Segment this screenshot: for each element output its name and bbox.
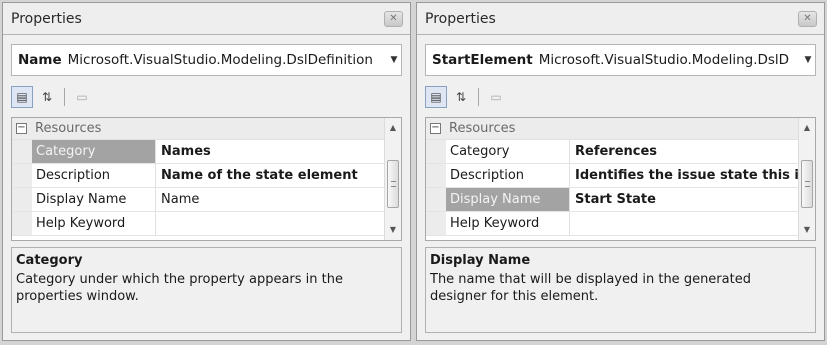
property-toolbar: ▤ ⇅ ▭ — [425, 83, 816, 111]
property-pages-icon[interactable]: ▭ — [485, 86, 507, 108]
scrollbar-thumb[interactable] — [387, 160, 399, 208]
property-pages-icon[interactable]: ▭ — [71, 86, 93, 108]
object-type: Microsoft.VisualStudio.Modeling.DslD — [538, 52, 790, 68]
panel-title-bar: Properties ✕ — [417, 3, 824, 35]
close-icon[interactable]: ✕ — [384, 11, 403, 27]
property-value[interactable]: References — [570, 140, 815, 163]
property-name: Category — [32, 140, 156, 163]
close-icon[interactable]: ✕ — [798, 11, 817, 27]
categorized-view-icon[interactable]: ▤ — [425, 86, 447, 108]
scrollbar-thumb[interactable] — [801, 160, 813, 208]
description-text: Category under which the property appear… — [16, 272, 343, 304]
properties-panel-left: Properties ✕ Name Microsoft.VisualStudio… — [2, 2, 411, 341]
property-name: Category — [446, 140, 570, 163]
category-label: Resources — [35, 121, 102, 136]
property-value[interactable]: Name of the state element — [156, 164, 401, 187]
object-type: Microsoft.VisualStudio.Modeling.DslDefin… — [67, 52, 373, 68]
property-row[interactable]: Description Name of the state element — [12, 164, 401, 188]
property-value[interactable] — [156, 212, 401, 235]
scroll-up-icon[interactable]: ▲ — [385, 120, 401, 136]
description-pane: Category Category under which the proper… — [11, 247, 402, 333]
description-text: The name that will be displayed in the g… — [430, 272, 751, 304]
chevron-down-icon[interactable]: ▼ — [387, 55, 401, 65]
object-selector-dropdown[interactable]: Name Microsoft.VisualStudio.Modeling.Dsl… — [11, 44, 402, 76]
vertical-scrollbar[interactable]: ▲ ▼ — [798, 118, 815, 240]
property-row[interactable]: Category Names — [12, 140, 401, 164]
panel-title: Properties — [11, 10, 82, 27]
property-name: Display Name — [446, 188, 570, 211]
alphabetical-sort-icon[interactable]: ⇅ — [450, 86, 472, 108]
property-row[interactable]: Display Name Name — [12, 188, 401, 212]
property-value[interactable]: Names — [156, 140, 401, 163]
property-row[interactable]: Help Keyword — [426, 212, 815, 236]
property-row[interactable]: Description Identifies the issue state t… — [426, 164, 815, 188]
description-title: Category — [16, 253, 83, 268]
category-header-resources[interactable]: − Resources — [426, 118, 815, 140]
property-name: Help Keyword — [446, 212, 570, 235]
toolbar-separator — [478, 88, 479, 106]
property-name: Description — [446, 164, 570, 187]
properties-panel-right: Properties ✕ StartElement Microsoft.Visu… — [416, 2, 825, 341]
property-row[interactable]: Help Keyword — [12, 212, 401, 236]
category-header-resources[interactable]: − Resources — [12, 118, 401, 140]
property-value[interactable]: Start State — [570, 188, 815, 211]
toolbar-separator — [64, 88, 65, 106]
scroll-down-icon[interactable]: ▼ — [799, 222, 815, 238]
object-name: Name — [18, 52, 62, 68]
collapse-minus-icon[interactable]: − — [430, 123, 441, 134]
property-grid: − Resources Category Names Description N… — [11, 117, 402, 241]
property-row[interactable]: Display Name Start State — [426, 188, 815, 212]
alphabetical-sort-icon[interactable]: ⇅ — [36, 86, 58, 108]
object-name: StartElement — [432, 52, 533, 68]
categorized-view-icon[interactable]: ▤ — [11, 86, 33, 108]
scroll-up-icon[interactable]: ▲ — [799, 120, 815, 136]
description-title: Display Name — [430, 253, 531, 268]
property-value[interactable]: Name — [156, 188, 401, 211]
description-pane: Display Name The name that will be displ… — [425, 247, 816, 333]
property-name: Display Name — [32, 188, 156, 211]
property-row[interactable]: Category References — [426, 140, 815, 164]
collapse-minus-icon[interactable]: − — [16, 123, 27, 134]
property-value[interactable]: Identifies the issue state this is — [570, 164, 815, 187]
property-name: Help Keyword — [32, 212, 156, 235]
object-selector-dropdown[interactable]: StartElement Microsoft.VisualStudio.Mode… — [425, 44, 816, 76]
property-grid: − Resources Category References Descript… — [425, 117, 816, 241]
vertical-scrollbar[interactable]: ▲ ▼ — [384, 118, 401, 240]
panel-title-bar: Properties ✕ — [3, 3, 410, 35]
property-name: Description — [32, 164, 156, 187]
chevron-down-icon[interactable]: ▼ — [801, 55, 815, 65]
panel-title: Properties — [425, 10, 496, 27]
property-value[interactable] — [570, 212, 815, 235]
property-toolbar: ▤ ⇅ ▭ — [11, 83, 402, 111]
category-label: Resources — [449, 121, 516, 136]
scroll-down-icon[interactable]: ▼ — [385, 222, 401, 238]
